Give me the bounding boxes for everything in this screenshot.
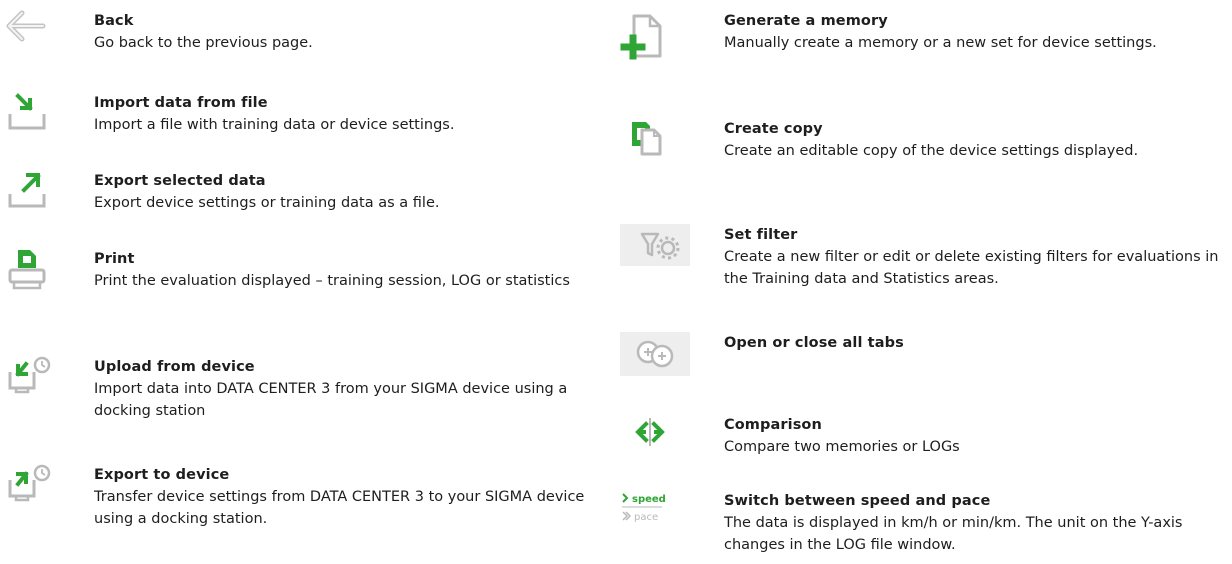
export-to-device-icon bbox=[6, 464, 60, 508]
legend-title: Import data from file bbox=[94, 95, 268, 111]
legend-description: Create an editable copy of the device se… bbox=[724, 143, 1139, 159]
legend-text: Open or close all tabs bbox=[724, 332, 1232, 354]
filter-settings-icon bbox=[620, 224, 690, 268]
legend-description: Import a file with training data or devi… bbox=[94, 117, 455, 133]
open-close-tabs-icon bbox=[620, 332, 690, 376]
legend-text: Export selected data Export device setti… bbox=[94, 170, 600, 214]
legend-title: Generate a memory bbox=[724, 13, 888, 29]
legend-text: Import data from file Import a file with… bbox=[94, 92, 600, 136]
legend-title: Comparison bbox=[724, 417, 822, 433]
legend-text: Comparison Compare two memories or LOGs bbox=[724, 414, 1232, 458]
legend-text: Generate a memory Manually create a memo… bbox=[724, 10, 1232, 54]
legend-text: Back Go back to the previous page. bbox=[94, 10, 600, 54]
legend-title: Print bbox=[94, 251, 135, 267]
export-icon bbox=[8, 170, 62, 214]
legend-text: Set filter Create a new filter or edit o… bbox=[724, 224, 1232, 290]
legend-title: Set filter bbox=[724, 227, 798, 243]
legend-description: Export device settings or training data … bbox=[94, 195, 440, 211]
back-arrow-icon bbox=[6, 10, 60, 54]
printer-icon bbox=[8, 248, 62, 292]
legend-description: Compare two memories or LOGs bbox=[724, 439, 960, 455]
legend-title: Export to device bbox=[94, 467, 230, 483]
legend-description: Go back to the previous page. bbox=[94, 35, 313, 51]
legend-text: Create copy Create an editable copy of t… bbox=[724, 118, 1232, 162]
new-document-icon bbox=[620, 10, 674, 60]
import-icon bbox=[8, 92, 62, 136]
legend-text: Switch between speed and pace The data i… bbox=[724, 490, 1232, 556]
legend-text: Print Print the evaluation displayed – t… bbox=[94, 248, 600, 292]
speed-pace-icon: speed pace bbox=[620, 490, 680, 534]
copy-document-icon bbox=[628, 118, 682, 162]
legend-text: Upload from device Import data into DATA… bbox=[94, 356, 600, 422]
legend-title: Export selected data bbox=[94, 173, 266, 189]
legend-description: Create a new filter or edit or delete ex… bbox=[724, 249, 1219, 287]
speed-label: speed bbox=[632, 494, 666, 505]
legend-description: Manually create a memory or a new set fo… bbox=[724, 35, 1157, 51]
comparison-icon bbox=[626, 414, 680, 458]
upload-from-device-icon bbox=[6, 356, 60, 400]
legend-description: Import data into DATA CENTER 3 from your… bbox=[94, 381, 568, 419]
legend-title: Create copy bbox=[724, 121, 823, 137]
legend-description: Print the evaluation displayed – trainin… bbox=[94, 273, 570, 289]
legend-title: Upload from device bbox=[94, 359, 255, 375]
legend-title: Switch between speed and pace bbox=[724, 493, 991, 509]
legend-text: Export to device Transfer device setting… bbox=[94, 464, 600, 530]
legend-description: Transfer device settings from DATA CENTE… bbox=[94, 489, 585, 527]
legend-title: Back bbox=[94, 13, 134, 29]
pace-label: pace bbox=[634, 512, 658, 523]
legend-description: The data is displayed in km/h or min/km.… bbox=[724, 515, 1183, 553]
legend-title: Open or close all tabs bbox=[724, 335, 904, 351]
